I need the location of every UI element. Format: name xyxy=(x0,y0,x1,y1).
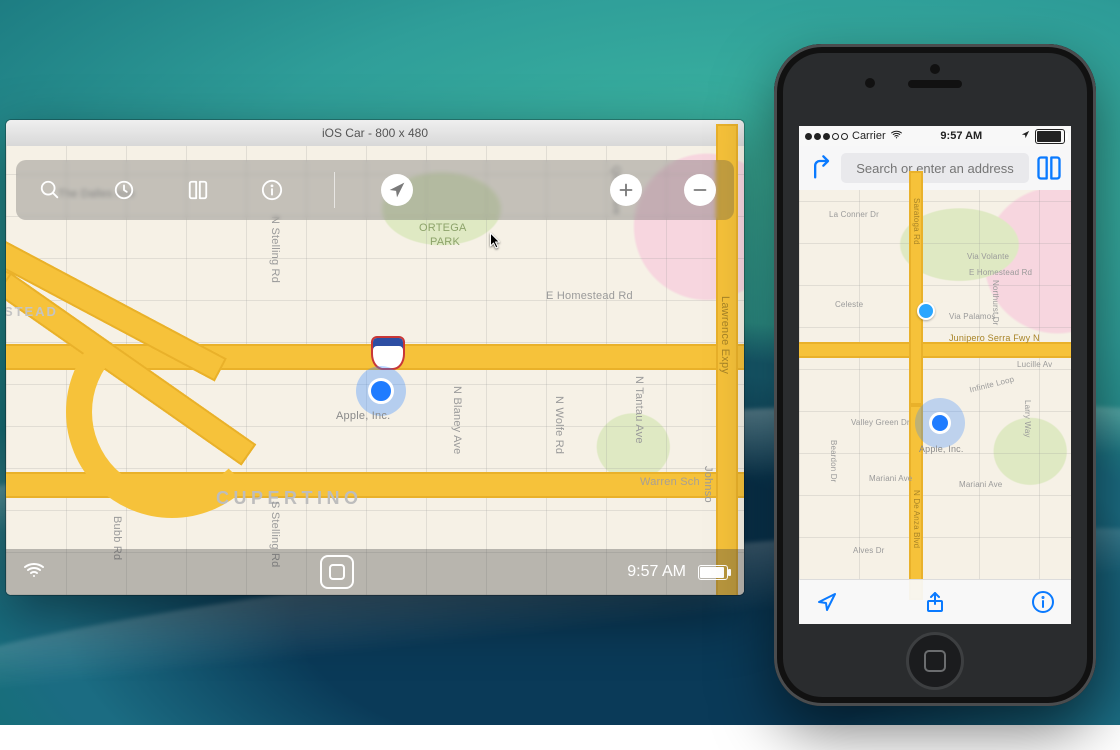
shield-number: 280 xyxy=(379,349,397,361)
road-beardon: Beardon Dr xyxy=(829,440,838,483)
road-blaney: N Blaney Ave xyxy=(451,386,463,454)
phone-location-dot-icon xyxy=(929,412,951,434)
location-status-icon xyxy=(1020,129,1031,143)
search-input[interactable] xyxy=(841,153,1029,183)
road-celeste: Celeste xyxy=(835,300,863,309)
earpiece-icon xyxy=(908,80,962,88)
road-valleygreen: Valley Green Dr xyxy=(851,418,910,427)
car-simulator-window: iOS Car - 800 x 480 280 CUPERTINO Apple,… xyxy=(6,120,744,595)
hwy-curve xyxy=(66,306,278,518)
bookmarks-book-icon[interactable] xyxy=(182,174,214,206)
search-icon[interactable] xyxy=(34,174,66,206)
phone-map-grid xyxy=(799,190,1071,580)
info-button-icon[interactable] xyxy=(1031,590,1055,614)
phone-road-homestead: E Homestead Rd xyxy=(969,268,1032,277)
road-wolfe: N Wolfe Rd xyxy=(553,396,565,454)
road-northurst: Northurst Dr xyxy=(991,280,1000,325)
current-location-dot-icon xyxy=(368,378,394,404)
wifi-icon xyxy=(22,558,46,587)
battery-status-icon xyxy=(1035,129,1065,144)
home-button-icon[interactable] xyxy=(320,555,354,589)
road-mariani: Mariani Ave xyxy=(869,474,912,483)
battery-icon xyxy=(698,565,728,580)
park-label-1: ORTEGA xyxy=(419,222,467,234)
road-palamos: Via Palamos xyxy=(949,312,996,321)
road-homestead: E Homestead Rd xyxy=(546,290,633,302)
wifi-status-icon xyxy=(890,128,903,144)
poi-pin-icon[interactable] xyxy=(917,302,935,320)
window-titlebar[interactable]: iOS Car - 800 x 480 xyxy=(6,120,744,147)
road-saratoga: Saratoga Rd xyxy=(912,198,921,245)
proximity-sensor-icon xyxy=(930,64,940,74)
signal-dots-icon xyxy=(805,133,848,140)
poi-apple-label: Apple, Inc. xyxy=(336,410,390,422)
zoom-out-icon[interactable] xyxy=(684,174,716,206)
road-conner: La Conner Dr xyxy=(829,210,879,219)
road-lucille: Lucille Av xyxy=(1017,360,1052,369)
road-larryway: Larry Way xyxy=(1023,400,1032,438)
iphone-device: Carrier 9:57 AM xyxy=(774,44,1096,706)
locate-me-icon[interactable] xyxy=(381,174,413,206)
phone-poi-apple: Apple, Inc. xyxy=(919,444,964,454)
road-volante: Via Volante xyxy=(967,252,1009,261)
locate-me-button-icon[interactable] xyxy=(815,590,839,614)
road-stelling-n: N Stelling Rd xyxy=(269,216,281,283)
label-stead: STEAD xyxy=(6,304,58,319)
road-lawrence: Lawrence Expy xyxy=(719,296,731,374)
interstate-shield-icon: 280 xyxy=(371,336,405,370)
car-screen: 280 CUPERTINO Apple, Inc. ORTEGA PARK E … xyxy=(6,146,744,595)
label-warren: Warren Sch xyxy=(640,476,700,488)
road-mariani-2: Mariani Ave xyxy=(959,480,1002,489)
park-label-2: PARK xyxy=(430,236,460,248)
road-deanza: N De Anza Blvd xyxy=(912,490,921,548)
zoom-in-icon[interactable] xyxy=(610,174,642,206)
road-tantau: N Tantau Ave xyxy=(633,376,645,444)
toolbar-divider xyxy=(334,172,335,208)
search-bar xyxy=(799,146,1071,191)
road-johnso: Johnso xyxy=(702,466,714,503)
iphone-home-button[interactable] xyxy=(906,632,964,690)
car-bottombar: 9:57 AM xyxy=(6,549,744,595)
phone-bottombar xyxy=(799,579,1071,624)
clock-time: 9:57 AM xyxy=(627,563,686,581)
recents-clock-icon[interactable] xyxy=(108,174,140,206)
share-icon[interactable] xyxy=(923,590,947,614)
phone-map[interactable]: Apple, Inc. Junipero Serra Fwy N E Homes… xyxy=(799,190,1071,580)
iphone-screen: Carrier 9:57 AM xyxy=(799,126,1071,624)
road-alves: Alves Dr xyxy=(853,546,885,555)
city-label: CUPERTINO xyxy=(216,488,363,509)
status-time: 9:57 AM xyxy=(940,130,982,142)
bookmarks-icon[interactable] xyxy=(1035,154,1063,182)
window-title: iOS Car - 800 x 480 xyxy=(322,126,428,140)
carrier-label: Carrier xyxy=(852,130,886,142)
car-toolbar xyxy=(16,160,734,220)
front-camera-icon xyxy=(865,78,875,88)
info-icon[interactable] xyxy=(256,174,288,206)
road-junipero: Junipero Serra Fwy N xyxy=(949,333,1040,343)
status-bar: Carrier 9:57 AM xyxy=(799,126,1071,146)
phone-hwy-junipero xyxy=(799,342,1071,358)
directions-icon[interactable] xyxy=(807,154,835,182)
